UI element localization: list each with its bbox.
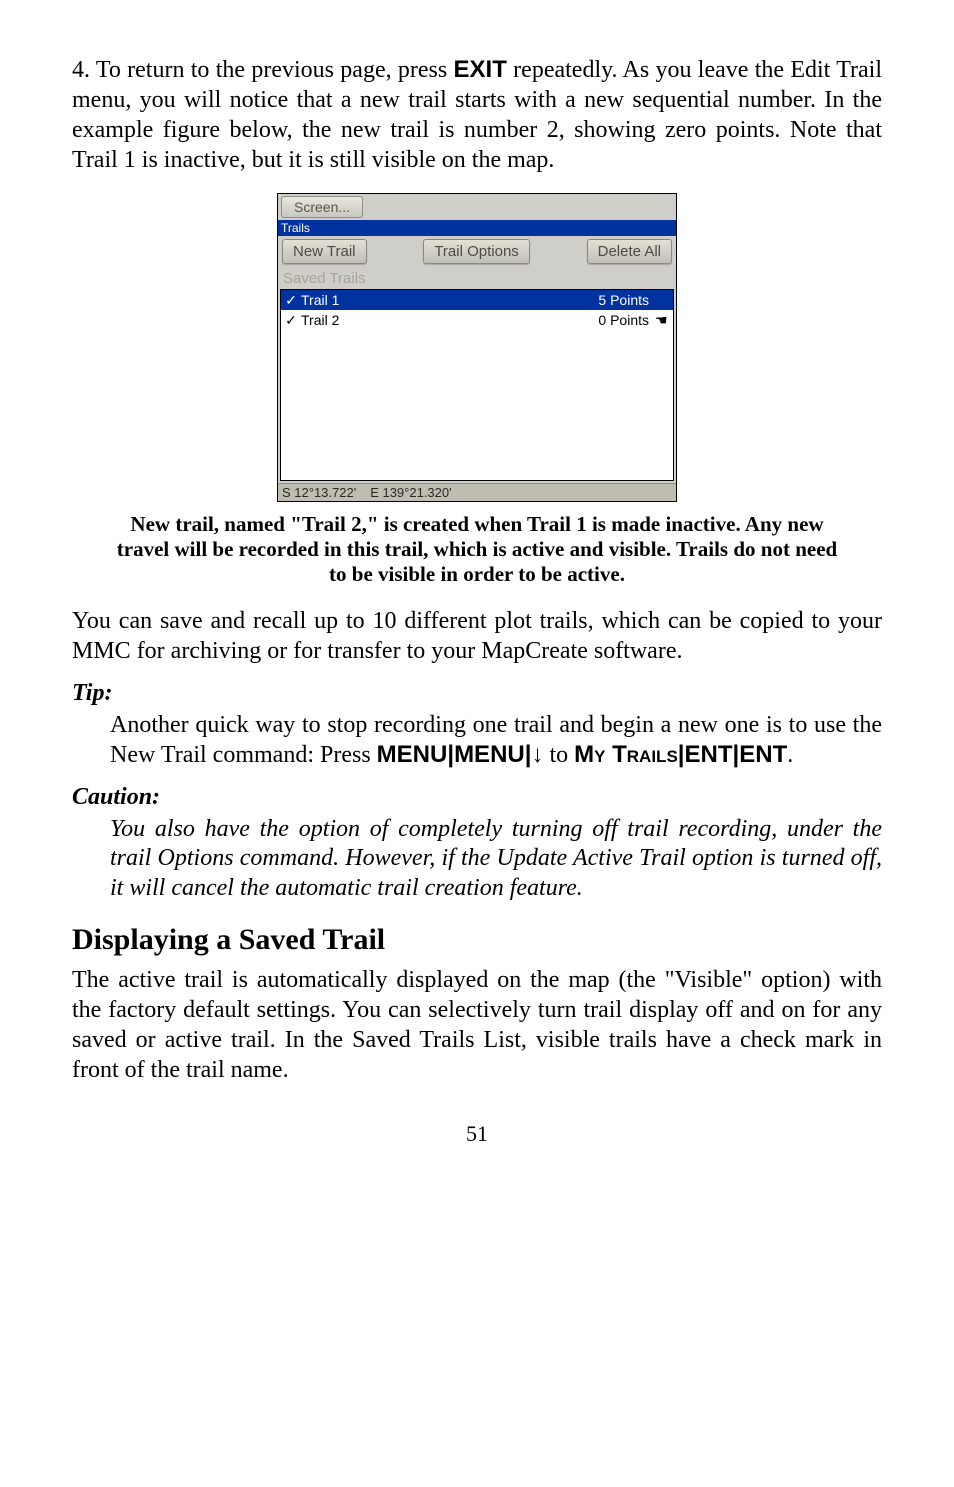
trail-pts: 5 Points: [598, 292, 649, 308]
trail-pts: 0 Points: [598, 312, 649, 328]
key-menu-1: MENU: [377, 741, 448, 768]
trail-name: Trail 2: [301, 312, 339, 328]
gps-screen-mock: Screen... Trails New Trail Trail Options…: [277, 193, 677, 502]
delete-all-button: Delete All: [587, 239, 672, 264]
pipe-3: |: [678, 741, 685, 768]
coords-footer: S 12°13.722' E 139°21.320': [278, 483, 676, 501]
p1-a: 4. To return to the previous page, press: [72, 57, 454, 83]
caution-heading: Caution:: [72, 784, 882, 811]
section-heading: Displaying a Saved Trail: [72, 923, 882, 957]
tip-end: .: [787, 742, 793, 768]
new-trail-button: New Trail: [282, 239, 367, 264]
paragraph-3: The active trail is automatically displa…: [72, 965, 882, 1085]
key-ent-2: ENT: [739, 741, 787, 768]
check-icon: ✓: [285, 292, 297, 309]
tip-body: Another quick way to stop recording one …: [110, 711, 882, 771]
key-exit: EXIT: [454, 56, 507, 83]
trail-name: Trail 1: [301, 292, 339, 308]
paragraph-1: 4. To return to the previous page, press…: [72, 55, 882, 175]
screen-menu-btn: Screen...: [281, 196, 363, 218]
lat-value: S 12°13.722': [282, 485, 356, 500]
trail-buttons-row: New Trail Trail Options Delete All: [278, 236, 676, 270]
key-down-arrow: ↓: [531, 741, 543, 768]
pointer-icon: ☚: [655, 312, 669, 329]
smallcaps-my-trails: My Trails: [574, 741, 678, 768]
figure-caption: New trail, named "Trail 2," is created w…: [112, 512, 842, 588]
key-ent-1: ENT: [685, 741, 733, 768]
window-title-trails: Trails: [278, 220, 676, 236]
lon-value: E 139°21.320': [370, 485, 451, 500]
caution-body: You also have the option of completely t…: [110, 815, 882, 903]
paragraph-2: You can save and recall up to 10 differe…: [72, 606, 882, 666]
page-number: 51: [72, 1121, 882, 1147]
check-icon: ✓: [285, 312, 297, 329]
trail-list: ✓ Trail 1 5 Points ✓ Trail 2 0 Points ☚: [280, 289, 674, 481]
screen-top-row: Screen...: [278, 194, 676, 220]
tip-heading: Tip:: [72, 680, 882, 707]
saved-trails-label: Saved Trails: [278, 270, 676, 289]
figure-trail-screen: Screen... Trails New Trail Trail Options…: [277, 193, 677, 502]
trail-row-2: ✓ Trail 2 0 Points ☚: [281, 310, 673, 330]
key-menu-2: MENU: [454, 741, 525, 768]
tip-to: to: [543, 742, 574, 768]
trail-options-button: Trail Options: [423, 239, 529, 264]
trail-row-1: ✓ Trail 1 5 Points: [281, 290, 673, 310]
